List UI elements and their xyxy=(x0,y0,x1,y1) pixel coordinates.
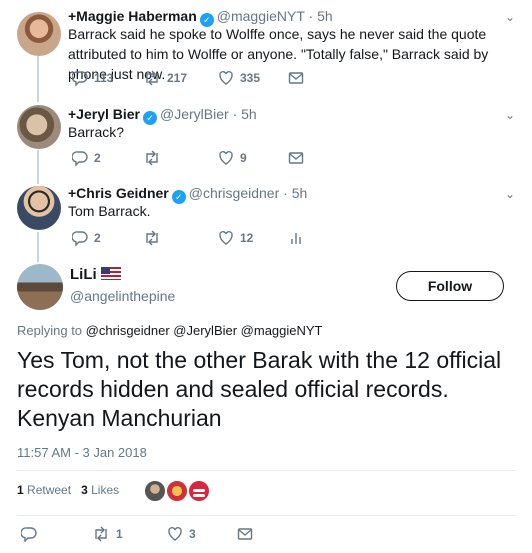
author-name[interactable]: +Jeryl Bier xyxy=(68,106,140,122)
tweet-time[interactable]: 5h xyxy=(317,8,333,24)
reply-button[interactable]: 2 xyxy=(72,230,101,246)
us-flag-icon xyxy=(100,267,121,280)
like-icon xyxy=(168,526,182,541)
avatar[interactable] xyxy=(17,105,61,149)
replying-prefix: Replying to xyxy=(17,323,83,338)
retweet-button[interactable]: 1 xyxy=(92,526,123,542)
message-icon xyxy=(288,152,304,164)
retweet-icon xyxy=(146,230,158,246)
author-name[interactable]: LiLi xyxy=(70,266,97,283)
reply-button[interactable] xyxy=(21,526,37,542)
reply-count: 2 xyxy=(94,231,101,245)
retweet-stat[interactable]: 1 Retweet xyxy=(17,483,71,497)
author-name[interactable]: +Maggie Haberman xyxy=(68,8,197,24)
tweet-text: Tom Barrack. xyxy=(68,203,151,219)
reply-icon xyxy=(72,231,88,246)
message-button[interactable] xyxy=(288,70,304,86)
retweet-button[interactable]: 217 xyxy=(143,70,187,86)
like-stat[interactable]: 3 Likes xyxy=(81,483,119,497)
reply-button[interactable]: 113 xyxy=(72,70,113,86)
tweet-actions: 2 9 xyxy=(68,150,508,170)
author-name[interactable]: +Chris Geidner xyxy=(68,185,169,201)
message-icon xyxy=(237,528,253,540)
like-count: 3 xyxy=(189,527,196,541)
liker-avatar[interactable] xyxy=(143,479,167,503)
tweet-text: Barrack? xyxy=(68,124,125,140)
reply-count: 113 xyxy=(94,71,114,85)
avatar[interactable] xyxy=(17,186,61,230)
analytics-button[interactable] xyxy=(288,230,304,246)
author-handle[interactable]: @JerylBier xyxy=(160,106,229,122)
separator-dot: · xyxy=(283,185,288,201)
thread-tweet-maggie[interactable]: +Maggie Haberman ✓ @maggieNYT · 5h ⌄ Barra… xyxy=(0,0,532,98)
reply-icon xyxy=(72,71,88,86)
retweet-icon xyxy=(146,70,158,86)
retweet-count: 217 xyxy=(167,71,188,85)
message-icon xyxy=(288,72,304,84)
main-tweet-text: Yes Tom, not the other Barak with the 12… xyxy=(17,347,502,431)
main-tweet-actions: 1 3 xyxy=(17,526,457,546)
retweet-icon xyxy=(95,526,107,542)
like-button[interactable]: 3 xyxy=(167,526,196,542)
tweet-time[interactable]: 5h xyxy=(241,106,257,122)
reply-icon xyxy=(21,527,37,542)
main-author-handle-row: @angelinthepine xyxy=(70,288,175,304)
like-icon xyxy=(219,70,233,85)
reply-count: 2 xyxy=(94,151,101,165)
replying-to-handles[interactable]: @chrisgeidner @JerylBier @maggieNYT xyxy=(86,323,323,338)
like-stat-count: 3 xyxy=(81,483,88,497)
like-count: 335 xyxy=(240,71,261,85)
avatar[interactable] xyxy=(17,12,61,56)
thread-tweet-chris[interactable]: +Chris Geidner ✓ @chrisgeidner · 5h ⌄ Tom … xyxy=(0,180,532,262)
like-button[interactable]: 335 xyxy=(218,70,260,86)
divider xyxy=(17,515,517,516)
retweet-stat-label: Retweet xyxy=(27,483,72,497)
divider xyxy=(17,470,517,471)
separator-dot: · xyxy=(232,106,238,122)
retweet-stat-count: 1 xyxy=(17,483,24,497)
author-handle[interactable]: @angelinthepine xyxy=(70,288,175,304)
author-handle[interactable]: @chrisgeidner xyxy=(189,185,279,201)
like-button[interactable]: 9 xyxy=(218,150,247,166)
separator-dot: · xyxy=(308,8,314,24)
tweet-actions: 113 217 335 xyxy=(68,70,508,90)
liker-avatar[interactable] xyxy=(165,479,189,503)
message-button[interactable] xyxy=(237,526,253,542)
liker-avatar[interactable] xyxy=(187,479,211,503)
engagement-stats: 1 Retweet 3 Likes xyxy=(17,483,119,497)
retweet-button[interactable] xyxy=(143,150,161,166)
like-icon xyxy=(219,150,233,165)
tweet-time[interactable]: 5h xyxy=(292,185,308,201)
reply-button[interactable]: 2 xyxy=(72,150,101,166)
retweet-button[interactable] xyxy=(143,230,161,246)
main-author-name-row: LiLi xyxy=(70,266,121,283)
thread-tweet-jeryl[interactable]: +Jeryl Bier ✓ @JerylBier · 5h ⌄ Barrack? 2… xyxy=(0,98,532,180)
analytics-icon xyxy=(291,233,301,244)
tweet-timestamp[interactable]: 11:57 AM - 3 Jan 2018 xyxy=(17,445,147,460)
replying-to: Replying to @chrisgeidner @JerylBier @ma… xyxy=(17,323,323,338)
retweet-count: 1 xyxy=(116,527,123,541)
like-button[interactable]: 12 xyxy=(218,230,253,246)
like-count: 9 xyxy=(240,151,247,165)
like-count: 12 xyxy=(240,231,254,245)
reply-icon xyxy=(72,151,88,166)
tweet-actions: 2 12 xyxy=(68,230,508,250)
like-icon xyxy=(219,230,233,245)
avatar[interactable] xyxy=(17,264,63,310)
message-button[interactable] xyxy=(288,150,304,166)
follow-button[interactable]: Follow xyxy=(396,271,504,301)
retweet-icon xyxy=(146,150,158,166)
like-stat-label: Likes xyxy=(91,483,120,497)
author-handle[interactable]: @maggieNYT xyxy=(217,8,305,24)
